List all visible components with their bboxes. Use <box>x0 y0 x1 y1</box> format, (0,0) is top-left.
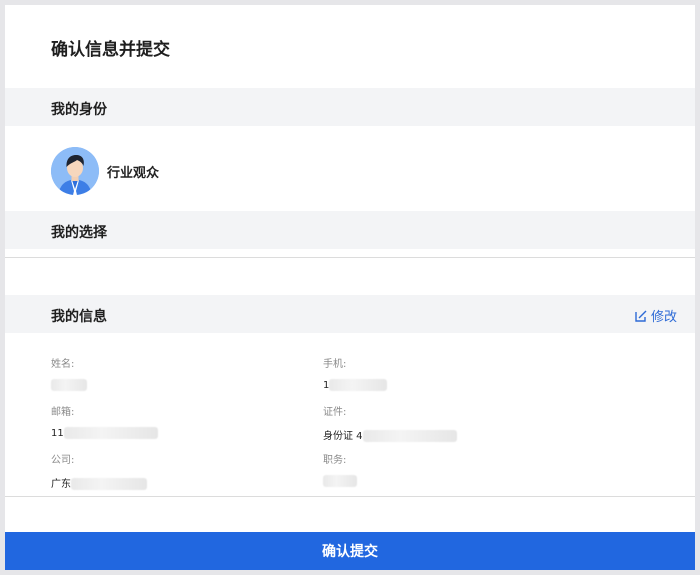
info-section-title: 我的信息 <box>51 309 107 325</box>
page-title: 确认信息并提交 <box>51 40 170 60</box>
choice-section-title: 我的选择 <box>51 225 107 241</box>
edit-icon <box>635 310 647 322</box>
field-name-value <box>51 379 87 391</box>
field-name-label: 姓名: <box>51 359 75 370</box>
field-phone-label: 手机: <box>323 359 347 370</box>
edit-label: 修改 <box>650 310 677 325</box>
divider <box>5 496 695 497</box>
field-company-label: 公司: <box>51 455 75 466</box>
field-company: 公司: 广东 <box>51 451 147 490</box>
field-email-value: 11 <box>51 427 158 439</box>
identity-row: 行业观众 <box>51 147 159 195</box>
divider <box>5 257 695 258</box>
field-id: 证件: 身份证 4 <box>323 403 457 442</box>
field-id-label: 证件: <box>323 407 347 418</box>
identity-role-label: 行业观众 <box>107 165 160 181</box>
identity-section-header: 我的身份 <box>5 88 695 126</box>
field-id-value: 身份证 4 <box>323 427 457 442</box>
field-email: 邮箱: 11 <box>51 403 158 439</box>
info-section-header: 我的信息 修改 <box>5 295 695 333</box>
field-phone-value: 1 <box>323 379 388 391</box>
field-phone: 手机: 1 <box>323 355 388 391</box>
field-name: 姓名: <box>51 355 87 391</box>
choice-section-header: 我的选择 <box>5 211 695 249</box>
field-email-label: 邮箱: <box>51 407 75 418</box>
confirm-submit-button[interactable]: 确认提交 <box>5 532 695 570</box>
confirm-panel: 确认信息并提交 我的身份 行业观众 我的选择 我的信息 修改 姓名: 手机: 1… <box>5 5 695 570</box>
edit-button[interactable]: 修改 <box>634 306 677 325</box>
field-position: 职务: <box>323 451 357 487</box>
field-company-value: 广东 <box>51 475 147 490</box>
field-position-value <box>323 475 357 487</box>
field-position-label: 职务: <box>323 455 347 466</box>
business-person-avatar-icon <box>51 147 99 195</box>
identity-section-title: 我的身份 <box>51 102 107 118</box>
